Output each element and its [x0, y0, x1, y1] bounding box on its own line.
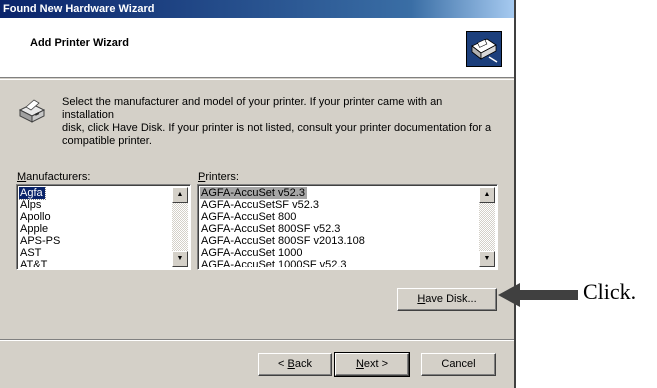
- list-item[interactable]: AGFA-AccuSet 1000SF v52.3: [200, 259, 479, 267]
- list-item-label: AST: [20, 247, 42, 259]
- wizard-header: Add Printer Wizard: [0, 18, 514, 78]
- list-item-label: Apple: [20, 223, 49, 235]
- have-disk-button[interactable]: Have Disk...: [397, 288, 497, 311]
- list-item[interactable]: Apollo: [19, 211, 172, 223]
- manufacturers-items: Agfa Alps Apollo Apple APS-PS AST AT&T: [19, 187, 172, 267]
- list-item-label: AGFA-AccuSet 800: [201, 211, 297, 223]
- scroll-up-icon[interactable]: ▲: [479, 187, 495, 203]
- list-item[interactable]: AGFA-AccuSet 800SF v52.3: [200, 223, 479, 235]
- header-divider: [0, 79, 514, 80]
- printers-label: Printers:: [198, 171, 239, 183]
- printers-scrollbar[interactable]: ▲ ▼: [479, 187, 495, 267]
- scroll-down-icon[interactable]: ▼: [172, 251, 188, 267]
- list-item[interactable]: Apple: [19, 223, 172, 235]
- list-item[interactable]: Agfa: [19, 187, 172, 200]
- printers-list[interactable]: AGFA-AccuSet v52.3 AGFA-AccuSetSF v52.3 AG…: [197, 184, 498, 270]
- list-item-label: AGFA-AccuSet 800SF v2013.108: [201, 235, 365, 247]
- list-item[interactable]: AGFA-AccuSet 1000: [200, 247, 479, 259]
- list-item[interactable]: Alps: [19, 199, 172, 211]
- list-item-label: AGFA-AccuSet 1000: [201, 247, 303, 259]
- printers-items: AGFA-AccuSet v52.3 AGFA-AccuSetSF v52.3 AG…: [200, 187, 479, 267]
- list-item[interactable]: AGFA-AccuSet 800SF v2013.108: [200, 235, 479, 247]
- intro-line-3: compatible printer.: [62, 135, 152, 147]
- scroll-up-icon[interactable]: ▲: [172, 187, 188, 203]
- printer-wizard-icon: [466, 31, 502, 67]
- arrow-left-icon: [498, 280, 578, 310]
- list-item[interactable]: AGFA-AccuSet 800: [200, 211, 479, 223]
- list-item-label: APS-PS: [20, 235, 61, 247]
- manufacturers-label: Manufacturers:: [17, 171, 91, 183]
- list-item-label: AGFA-AccuSet v52.3: [200, 187, 307, 199]
- intro-text: Select the manufacturer and model of you…: [62, 96, 492, 148]
- back-button[interactable]: < Back: [258, 353, 332, 376]
- list-item[interactable]: AGFA-AccuSet v52.3: [200, 187, 479, 199]
- list-item[interactable]: AT&T: [19, 259, 172, 267]
- list-item-label: AGFA-AccuSet 1000SF v52.3: [201, 259, 347, 267]
- list-item[interactable]: APS-PS: [19, 235, 172, 247]
- window-title: Found New Hardware Wizard: [0, 0, 514, 18]
- list-item[interactable]: AGFA-AccuSetSF v52.3: [200, 199, 479, 211]
- list-item-label: Apollo: [20, 211, 51, 223]
- intro-line-1: Select the manufacturer and model of you…: [62, 96, 443, 121]
- callout-text: Click.: [583, 279, 637, 304]
- scroll-down-icon[interactable]: ▼: [479, 251, 495, 267]
- cancel-button[interactable]: Cancel: [421, 353, 496, 376]
- list-item-label: AGFA-AccuSetSF v52.3: [201, 199, 319, 211]
- list-item-label: AT&T: [20, 259, 48, 267]
- list-item-label: Agfa: [19, 187, 46, 200]
- wizard-window: Found New Hardware Wizard Add Printer Wi…: [0, 0, 516, 388]
- manufacturers-list[interactable]: Agfa Alps Apollo Apple APS-PS AST AT&T ▲ ▼: [16, 184, 191, 270]
- manufacturers-scrollbar[interactable]: ▲ ▼: [172, 187, 188, 267]
- list-item-label: AGFA-AccuSet 800SF v52.3: [201, 223, 341, 235]
- wizard-page-title: Add Printer Wizard: [30, 37, 129, 49]
- printer-icon: [17, 96, 47, 126]
- next-button[interactable]: Next >: [334, 352, 410, 377]
- intro-line-2: disk, click Have Disk. If your printer i…: [62, 122, 492, 134]
- list-item[interactable]: AST: [19, 247, 172, 259]
- list-item-label: Alps: [20, 199, 42, 211]
